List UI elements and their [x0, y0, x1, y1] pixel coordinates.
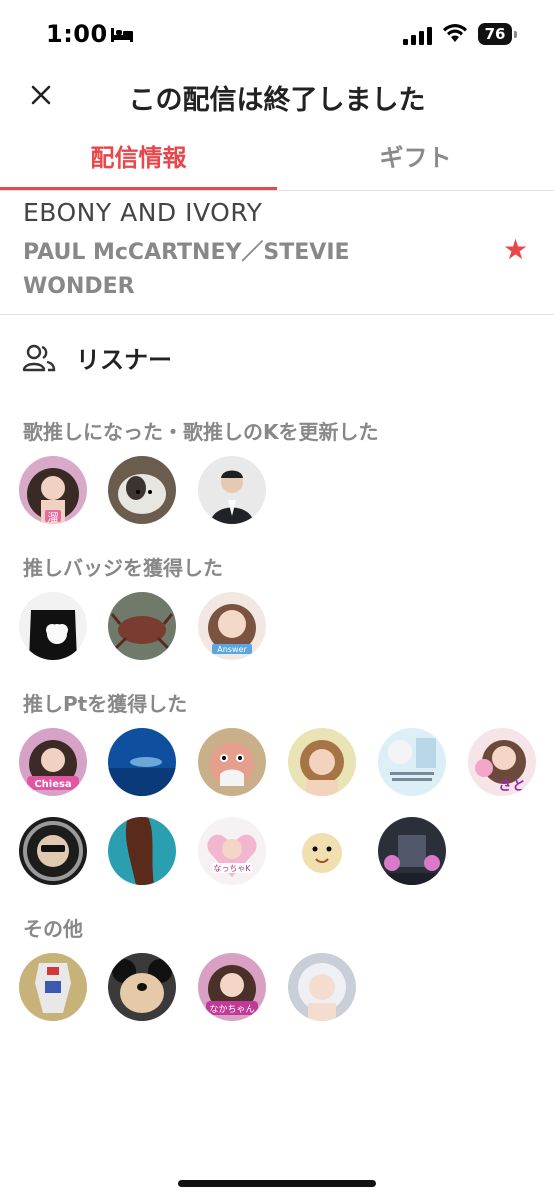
listener-avatar[interactable]: 溜: [19, 456, 87, 524]
sleep-mode-icon: [110, 27, 134, 47]
song-artist: PAUL McCARTNEY／STEVIE WONDER: [23, 240, 350, 299]
listener-avatar[interactable]: [198, 456, 266, 524]
section-label-oshi-badge: 推しバッジを獲得した: [23, 556, 223, 580]
listener-avatar[interactable]: [108, 728, 176, 796]
tab-bar: 配信情報 ギフト: [0, 132, 554, 191]
listener-avatar[interactable]: [19, 817, 87, 885]
battery-nub: [514, 31, 517, 38]
section-label-oshi-pt: 推しPtを獲得した: [23, 692, 188, 716]
listener-avatar[interactable]: [198, 728, 266, 796]
star-icon[interactable]: ★: [503, 233, 528, 266]
listener-avatar[interactable]: Chiesa: [19, 728, 87, 796]
listener-avatar[interactable]: [19, 592, 87, 660]
listeners-label: リスナー: [76, 346, 172, 374]
tab-stream-info[interactable]: 配信情報: [0, 138, 277, 173]
avatar-badge-text: 溜: [48, 510, 59, 524]
cellular-signal-icon: [403, 27, 433, 49]
section-label-other: その他: [23, 917, 83, 941]
listener-avatar[interactable]: [108, 456, 176, 524]
listener-avatar[interactable]: [288, 728, 356, 796]
listener-avatar[interactable]: [19, 953, 87, 1021]
avatar-badge-text: Answer: [217, 645, 247, 654]
avatar-badge-text: なかちゃん: [209, 1004, 254, 1015]
listener-avatar[interactable]: [288, 817, 356, 885]
listener-avatar[interactable]: [108, 817, 176, 885]
avatar-badge-text: さと: [498, 778, 526, 794]
listener-avatar[interactable]: [378, 817, 446, 885]
listener-avatar[interactable]: [108, 592, 176, 660]
listener-avatar[interactable]: なっちゃK: [198, 817, 266, 885]
listener-avatar[interactable]: なかちゃん: [198, 953, 266, 1021]
status-time: 1:00: [46, 20, 108, 48]
tab-gift[interactable]: ギフト: [277, 138, 554, 173]
people-icon: [22, 344, 56, 376]
listener-avatar[interactable]: Answer: [198, 592, 266, 660]
avatar-badge-text: なっちゃK: [213, 864, 251, 873]
listener-avatar[interactable]: [288, 953, 356, 1021]
avatar-badge-text: Chiesa: [34, 779, 71, 790]
active-tab-indicator: [0, 187, 277, 190]
listener-avatar[interactable]: さと: [468, 728, 536, 796]
wifi-icon: [442, 23, 468, 47]
battery-icon: 76: [478, 23, 512, 45]
section-label-song-oshi: 歌推しになった・歌推しのKを更新した: [23, 420, 379, 444]
header: この配信は終了しました: [0, 70, 554, 125]
page-title: この配信は終了しました: [128, 85, 426, 116]
song-title: EBONY AND IVORY: [23, 198, 263, 227]
status-bar: 1:00 76: [0, 0, 554, 70]
listener-avatar[interactable]: [108, 953, 176, 1021]
listener-avatar[interactable]: [378, 728, 446, 796]
song-info: EBONY AND IVORY PAUL McCARTNEY／STEVIE WO…: [0, 192, 554, 315]
home-indicator: [178, 1180, 376, 1187]
